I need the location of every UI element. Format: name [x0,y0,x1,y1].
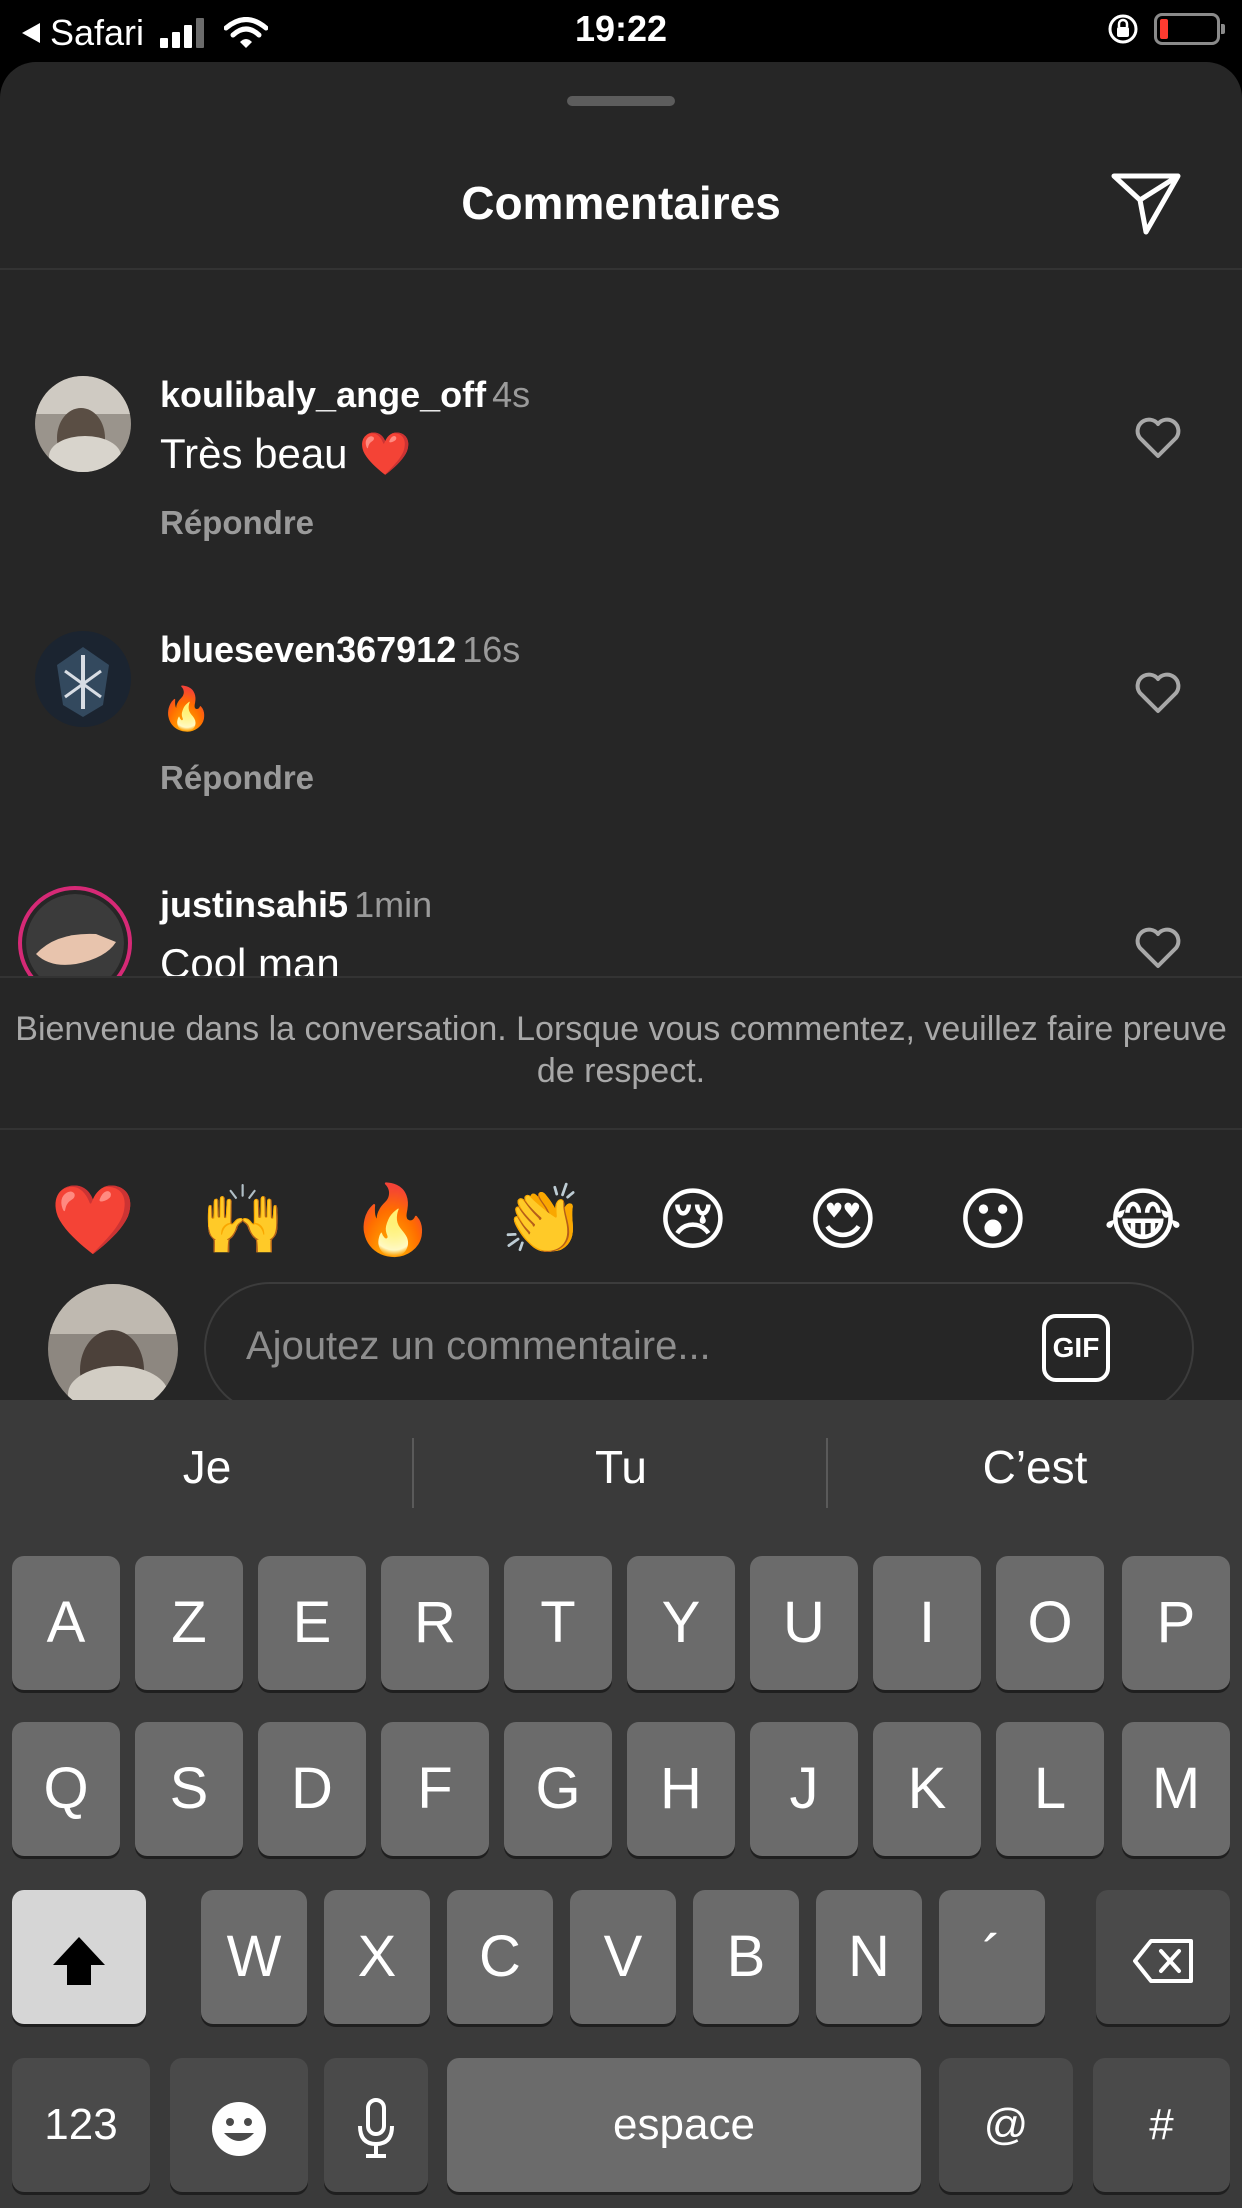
key-j[interactable]: J [750,1722,858,1856]
emoji-face-icon [212,2101,266,2156]
key-w[interactable]: W [201,1890,307,2024]
key-a[interactable]: A [12,1556,120,1690]
welcome-message: Bienvenue dans la conversation. Lorsque … [0,976,1242,1130]
space-key[interactable]: espace [447,2058,921,2192]
emoji-keyboard-key[interactable] [170,2058,308,2192]
battery-icon [1154,13,1225,45]
orientation-lock-icon [1108,14,1138,44]
share-button[interactable] [1110,170,1182,236]
comment-time: 4s [492,374,531,415]
predictive-bar: Je Tu C’est [0,1400,1242,1550]
sheet-grabber[interactable] [567,96,675,106]
key-t[interactable]: T [504,1556,612,1690]
key-y[interactable]: Y [627,1556,735,1690]
comment-text: Très beau ❤️ [160,430,412,477]
comment-item: blueseven367912 16s 🔥 Répondre [0,525,1242,796]
key-u[interactable]: U [750,1556,858,1690]
key-r[interactable]: R [381,1556,489,1690]
heart-icon[interactable] [1134,416,1182,460]
sheet-title: Commentaires [461,177,781,229]
key-e[interactable]: E [258,1556,366,1690]
key-o[interactable]: O [996,1556,1104,1690]
shift-icon [53,1936,105,1985]
comment-time: 1min [354,884,433,925]
key-acute-accent[interactable]: ´ [939,1890,1045,2024]
keyboard: Je Tu C’est A Z E R T Y U I O P Q S D F … [0,1400,1242,2208]
comment-input-placeholder: Ajoutez un commentaire... [246,1324,711,1368]
comment-text: Cool man [160,940,340,976]
key-s[interactable]: S [135,1722,243,1856]
key-n[interactable]: N [816,1890,922,2024]
shift-key[interactable] [12,1890,146,2024]
clock: 19:22 [574,8,668,49]
suggestion-3[interactable]: C’est [828,1440,1242,1494]
key-i[interactable]: I [873,1556,981,1690]
comment-item: koulibaly_ange_off 4s Très beau ❤️ Répond… [0,270,1242,541]
heart-icon[interactable] [1134,926,1182,970]
key-c[interactable]: C [447,1890,553,2024]
suggestion-2[interactable]: Tu [414,1440,828,1494]
microphone-icon [358,2097,394,2158]
avatar[interactable] [35,376,131,472]
dictation-key[interactable] [324,2058,428,2192]
send-icon [1111,173,1181,235]
heart-icon[interactable] [1134,671,1182,715]
backspace-icon [1133,1938,1193,1983]
suggestion-1[interactable]: Je [0,1440,414,1494]
numbers-key[interactable]: 123 [12,2058,150,2192]
delete-key[interactable] [1096,1890,1230,2024]
avatar[interactable] [35,631,131,727]
comment-username[interactable]: koulibaly_ange_off 4s [160,374,530,416]
key-m[interactable]: M [1122,1722,1230,1856]
key-l[interactable]: L [996,1722,1104,1856]
key-d[interactable]: D [258,1722,366,1856]
comment-item: justinsahi5 1min Cool man [0,780,1242,976]
gif-button[interactable]: GIF [1042,1314,1110,1382]
key-p[interactable]: P [1122,1556,1230,1690]
comment-text: 🔥 [160,685,213,732]
comment-composer: Ajoutez un commentaire... GIF [0,1230,1242,1400]
my-avatar [48,1284,178,1400]
at-key[interactable]: @ [939,2058,1073,2192]
key-f[interactable]: F [381,1722,489,1856]
key-q[interactable]: Q [12,1722,120,1856]
comment-username[interactable]: blueseven367912 16s [160,629,520,671]
key-b[interactable]: B [693,1890,799,2024]
key-k[interactable]: K [873,1722,981,1856]
key-g[interactable]: G [504,1722,612,1856]
key-h[interactable]: H [627,1722,735,1856]
comment-input[interactable]: Ajoutez un commentaire... GIF [204,1282,1194,1400]
comments-sheet: Commentaires koulibaly_ange_off 4s Très b… [0,62,1242,1400]
key-v[interactable]: V [570,1890,676,2024]
key-x[interactable]: X [324,1890,430,2024]
comments-list[interactable]: koulibaly_ange_off 4s Très beau ❤️ Répond… [0,270,1242,976]
comment-username[interactable]: justinsahi5 1min [160,884,432,926]
hash-key[interactable]: # [1093,2058,1230,2192]
comment-time: 16s [462,629,521,670]
key-z[interactable]: Z [135,1556,243,1690]
status-bar: Safari 19:22 [0,0,1242,62]
avatar-story[interactable] [18,886,132,976]
